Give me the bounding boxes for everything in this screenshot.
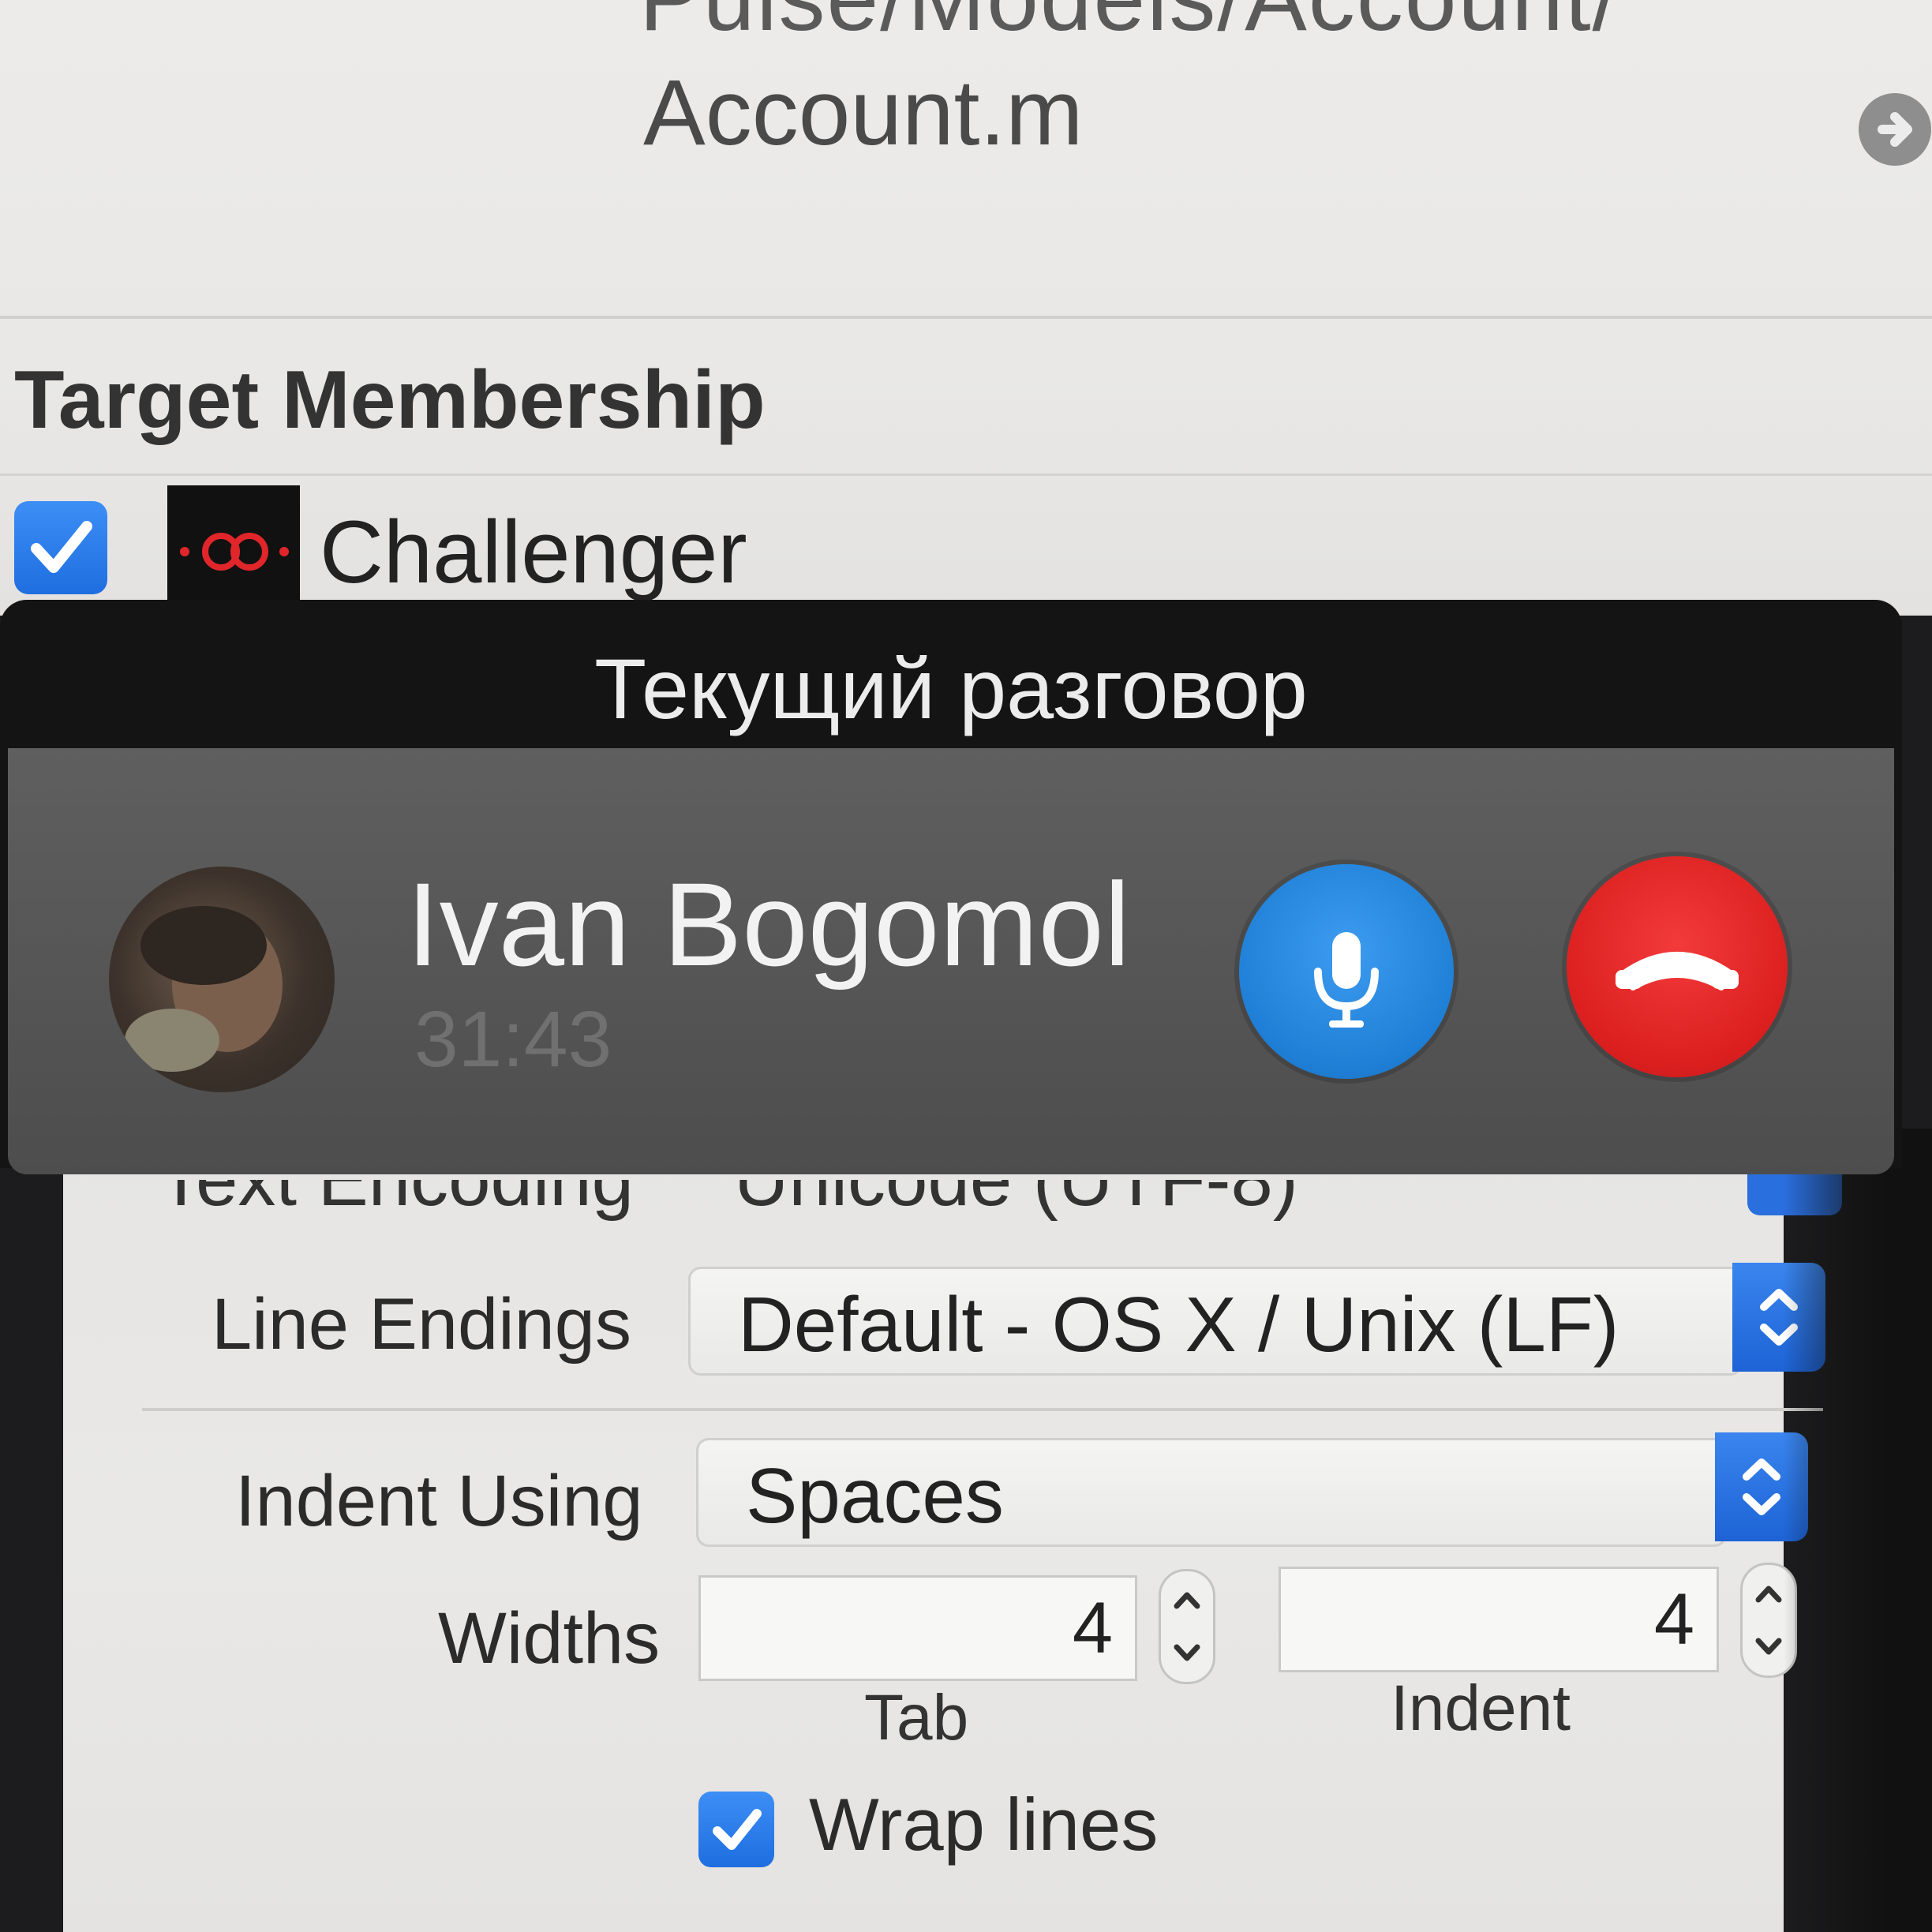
- line-endings-select[interactable]: Default - OS X / Unix (LF): [688, 1267, 1743, 1376]
- indent-using-value: Spaces: [746, 1452, 1004, 1539]
- screen-edge-shadow: [1784, 1129, 1932, 1932]
- tab-width-field[interactable]: 4: [698, 1575, 1137, 1681]
- arrow-circle-right-icon[interactable]: [1859, 93, 1931, 166]
- widths-label: Widths: [438, 1598, 661, 1679]
- mute-button[interactable]: [1239, 864, 1454, 1079]
- caller-name: Ivan Bogomol: [406, 858, 1131, 990]
- microphone-icon: [1314, 932, 1379, 1028]
- section-divider: [0, 474, 1932, 476]
- call-title: Текущий разговор: [594, 641, 1308, 736]
- wrap-lines-checkbox[interactable]: [698, 1792, 774, 1867]
- file-path-line1: Pulse/Models/Account/: [639, 0, 1619, 52]
- indent-width-field[interactable]: 4: [1279, 1567, 1719, 1672]
- infinity-app-icon: [167, 485, 300, 618]
- screen: Pulse/Models/Account/ Account.m Target M…: [0, 0, 1932, 1932]
- target-checkbox[interactable]: [14, 501, 107, 594]
- indent-width-value: 4: [1653, 1579, 1694, 1660]
- line-endings-label: Line Endings: [212, 1284, 631, 1365]
- indent-using-select[interactable]: Spaces: [696, 1438, 1727, 1547]
- tab-width-stepper-icon[interactable]: [1159, 1569, 1215, 1684]
- file-path-filename: Account.m: [643, 61, 1084, 165]
- indent-label: Indent: [1391, 1672, 1571, 1744]
- hangup-button[interactable]: [1567, 856, 1788, 1077]
- avatar: [109, 867, 335, 1092]
- settings-divider: [142, 1408, 1823, 1411]
- indent-using-label: Indent Using: [235, 1461, 643, 1541]
- tab-label: Tab: [864, 1682, 969, 1754]
- line-endings-value: Default - OS X / Unix (LF): [738, 1281, 1619, 1368]
- tab-width-value: 4: [1072, 1588, 1113, 1668]
- phone-hangup-icon: [1616, 952, 1739, 990]
- call-duration: 31:43: [414, 995, 612, 1084]
- file-inspector-panel: Pulse/Models/Account/ Account.m Target M…: [0, 0, 1932, 618]
- target-label: Challenger: [320, 503, 747, 601]
- target-membership-title: Target Membership: [14, 354, 766, 446]
- wrap-lines-label: Wrap lines: [809, 1783, 1159, 1866]
- section-divider: [0, 316, 1932, 319]
